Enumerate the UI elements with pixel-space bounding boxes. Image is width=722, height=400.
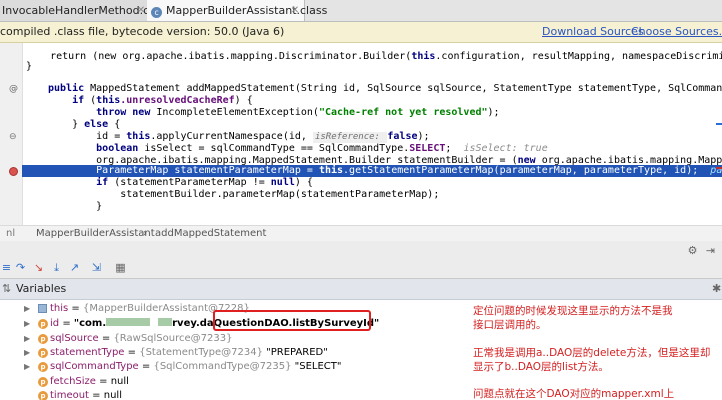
variable-value: "SELECT": [294, 361, 342, 372]
variable-row-sqlcommandtype[interactable]: ▶ p sqlCommandType = {SqlCommandType@723…: [0, 360, 470, 374]
code-line: statementBuilder.parameterMap(statementP…: [48, 189, 440, 200]
scrollbar-marker[interactable]: [716, 123, 722, 125]
breadcrumb-separator: ›: [143, 228, 147, 239]
hide-panel-icon[interactable]: ⇥: [704, 244, 717, 257]
variable-row-fetchsize[interactable]: p fetchSize = null: [0, 375, 470, 389]
variable-value: null: [103, 390, 122, 400]
tab-label: MapperBuilderAssistant.class: [166, 4, 328, 17]
variable-name: statementType: [50, 347, 125, 358]
annotation-highlight-box: [213, 310, 371, 331]
tab-label: InvocableHandlerMethod.class: [2, 4, 149, 17]
annotation-note: 定位问题的时候发现这里显示的方法不是我: [473, 305, 673, 317]
inline-debug-value: isSelect: true: [463, 143, 548, 154]
redacted-text: [158, 318, 173, 326]
expand-arrow-icon[interactable]: ▶: [24, 332, 30, 346]
object-icon: [38, 304, 47, 313]
fold-marker-icon[interactable]: ⊖: [9, 131, 17, 143]
code-line: public MappedStatement addMappedStatemen…: [48, 83, 722, 94]
variable-type: {StatementType@7234}: [139, 347, 267, 358]
step-out-icon[interactable]: ↗: [68, 261, 81, 274]
close-icon[interactable]: ✕: [290, 0, 300, 21]
decompiled-banner: compiled .class file, bytecode version: …: [0, 22, 722, 43]
banner-text: compiled .class file, bytecode version: …: [0, 25, 285, 38]
override-marker-icon[interactable]: @: [9, 83, 18, 95]
code-line: boolean isSelect = sqlCommandType == Sql…: [48, 143, 548, 154]
code-editor[interactable]: @ ⊖ return (new org.apache.ibatis.mappin…: [0, 43, 722, 225]
breadcrumb-method[interactable]: addMappedStatement: [155, 226, 266, 241]
code-line: id = this.applyCurrentNamespace(id, isRe…: [48, 131, 430, 143]
variables-tree[interactable]: ▶ this = {MapperBuilderAssistant@7228} ▶…: [0, 300, 722, 400]
breakpoint-icon[interactable]: [9, 167, 18, 176]
step-into-icon[interactable]: ↘: [32, 261, 45, 274]
close-icon[interactable]: ✕: [136, 0, 146, 21]
annotation-note: 正常我是调用a..DAO层的delete方法，但是这里却: [473, 347, 711, 359]
code-lines: return (new org.apache.ibatis.mapping.Di…: [26, 43, 722, 225]
breadcrumb-class[interactable]: MapperBuilderAssistant: [36, 226, 155, 241]
expand-arrow-icon[interactable]: ▶: [24, 360, 30, 374]
parameter-icon: p: [38, 391, 48, 400]
code-line: throw new IncompleteElementException("Ca…: [48, 107, 500, 118]
left-edge-label: nl: [6, 228, 16, 239]
variable-name: fetchSize: [50, 376, 96, 387]
evaluate-expression-icon[interactable]: ▦: [114, 261, 127, 274]
variable-value: "PREPARED": [266, 347, 328, 358]
expand-arrow-icon[interactable]: ▶: [24, 302, 30, 316]
step-over-icon[interactable]: ↷: [14, 261, 27, 274]
code-line: }: [48, 201, 103, 212]
variable-name: id: [50, 318, 60, 329]
parameter-icon: p: [38, 377, 48, 387]
parameter-icon: p: [38, 334, 48, 344]
parameter-icon: p: [38, 348, 48, 358]
variables-icon: ⇅: [2, 282, 12, 295]
variable-type: {SqlCommandType@7235}: [153, 361, 295, 372]
annotation-note: 显示了b..DAO层的list方法。: [473, 361, 609, 373]
code-line: return (new org.apache.ibatis.mapping.Di…: [26, 51, 722, 62]
tab-mapper-builder-assistant[interactable]: c MapperBuilderAssistant.class ✕: [147, 0, 327, 21]
variable-name: sqlSource: [50, 333, 99, 344]
expand-arrow-icon[interactable]: ▶: [24, 317, 30, 331]
show-execution-point-icon[interactable]: ≡: [0, 261, 13, 274]
settings-icon[interactable]: ✱: [712, 279, 721, 299]
class-file-icon: c: [151, 7, 162, 18]
code-line: if (this.unresolvedCacheRef) {: [48, 95, 253, 106]
expand-arrow-icon[interactable]: ▶: [24, 346, 30, 360]
code-line: }: [26, 61, 33, 72]
parameter-hint: isReference:: [312, 132, 388, 143]
code-line: } else {: [48, 119, 121, 130]
editor-tab-bar: InvocableHandlerMethod.class ✕ c MapperBu…: [0, 0, 722, 22]
code-line-highlighted: ParameterMap statementParameterMap = thi…: [48, 165, 722, 177]
variable-name: this: [50, 303, 69, 314]
variable-row-sqlsource[interactable]: ▶ p sqlSource = {RawSqlSource@7233}: [0, 332, 470, 346]
parameter-icon: p: [38, 319, 48, 329]
editor-gutter[interactable]: @ ⊖: [0, 43, 23, 225]
annotation-note: 接口层调用的。: [473, 319, 547, 331]
variables-panel-header: ⇅ Variables ✱: [0, 279, 722, 300]
code-line: if (statementParameterMap != null) {: [48, 177, 313, 188]
variables-title: Variables: [16, 282, 67, 295]
redacted-text: [106, 318, 151, 326]
run-to-cursor-icon[interactable]: ⇲: [90, 261, 103, 274]
debug-stepping-toolbar: ≡ ↷ ↘ ⤓ ↗ ⇲ ▦: [0, 258, 722, 279]
variable-name: sqlCommandType: [50, 361, 139, 372]
gear-icon[interactable]: ⚙: [686, 244, 699, 257]
parameter-icon: p: [38, 362, 48, 372]
scrollbar-marker[interactable]: [716, 167, 722, 169]
variable-row-statementtype[interactable]: ▶ p statementType = {StatementType@7234}…: [0, 346, 470, 360]
variable-type: {RawSqlSource@7233}: [113, 333, 233, 344]
download-sources-link[interactable]: Download Sources: [542, 22, 644, 42]
force-step-into-icon[interactable]: ⤓: [50, 261, 63, 274]
tab-invocable-handler-method[interactable]: InvocableHandlerMethod.class ✕: [0, 0, 149, 21]
choose-sources-link[interactable]: Choose Sources...: [631, 22, 722, 42]
debug-top-toolbar: ⚙ ⇥: [0, 241, 722, 258]
variable-value: "com.: [73, 318, 107, 329]
breadcrumb: nl MapperBuilderAssistant › addMappedSta…: [0, 225, 722, 242]
variable-name: timeout: [50, 390, 89, 400]
variable-value: null: [110, 376, 129, 387]
annotation-note: 问题点就在这个DAO对应的mapper.xml上: [473, 388, 675, 400]
variable-row-timeout[interactable]: p timeout = null: [0, 389, 470, 400]
